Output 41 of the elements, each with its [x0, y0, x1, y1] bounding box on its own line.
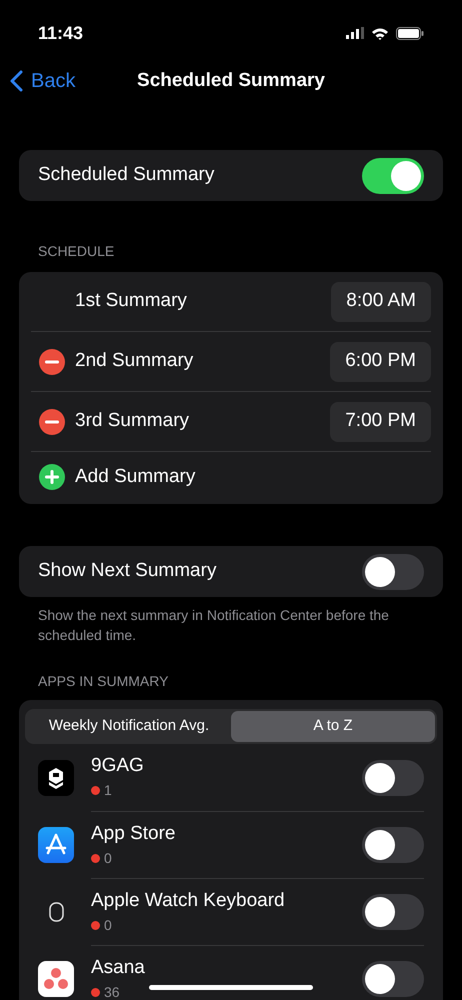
- signal-icon: [346, 27, 364, 39]
- section-header: SCHEDULE: [37, 242, 116, 261]
- footnote: Show the next summary in Notification Center before the scheduled time.: [37, 606, 390, 645]
- toggle-switch[interactable]: [362, 961, 424, 997]
- remove-icon[interactable]: [39, 408, 65, 434]
- add-summary-label[interactable]: Add Summary: [75, 462, 196, 492]
- app-name: 9GAG: [91, 754, 144, 778]
- section-header: APPS IN SUMMARY: [37, 672, 170, 691]
- toggle-switch[interactable]: [362, 554, 424, 590]
- time-button[interactable]: 6:00 PM: [330, 342, 431, 382]
- time-button[interactable]: 7:00 PM: [330, 402, 431, 442]
- chevron-left-icon: [10, 70, 23, 92]
- setting-label: Show Next Summary: [38, 559, 216, 584]
- back-button[interactable]: Back: [10, 66, 76, 96]
- app-name: App Store: [91, 822, 176, 846]
- toggle-switch[interactable]: [362, 827, 424, 863]
- app-icon: [38, 760, 74, 796]
- summary-label: 3rd Summary: [75, 409, 190, 434]
- toggle-switch[interactable]: [362, 158, 424, 194]
- time-button[interactable]: 8:00 AM: [331, 282, 431, 322]
- toggle-switch[interactable]: [362, 760, 424, 796]
- app-name: Apple Watch Keyboard: [91, 888, 285, 912]
- notification-count: 1: [104, 781, 112, 800]
- notification-count: 0: [104, 848, 112, 868]
- app-icon: [38, 960, 74, 996]
- toggle-switch[interactable]: [362, 894, 424, 930]
- status-time: 11:43: [38, 22, 84, 44]
- summary-label: 2nd Summary: [75, 349, 194, 374]
- add-icon[interactable]: [39, 464, 65, 490]
- battery-icon: [396, 26, 424, 40]
- sort-tab[interactable]: A to Z: [231, 711, 435, 742]
- wifi-icon: [371, 26, 389, 40]
- notification-count: 36: [104, 982, 120, 1000]
- app-name: Asana: [91, 956, 145, 980]
- sort-tab[interactable]: Weekly Notification Avg.: [27, 711, 231, 742]
- setting-label: Scheduled Summary: [38, 163, 214, 188]
- remove-icon[interactable]: [39, 348, 65, 374]
- summary-label: 1st Summary: [75, 289, 188, 314]
- screen-title: Scheduled Summary: [137, 68, 325, 93]
- app-icon: [38, 826, 74, 862]
- notification-count: 0: [104, 916, 112, 934]
